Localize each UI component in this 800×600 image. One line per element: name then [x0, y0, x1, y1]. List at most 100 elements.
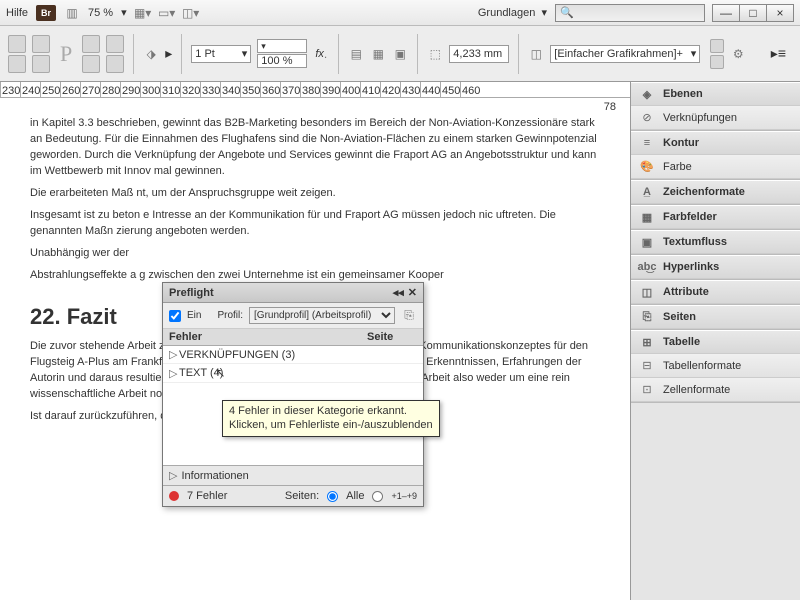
tool-icon[interactable] — [710, 39, 724, 53]
pages-range-radio[interactable] — [372, 491, 383, 502]
panel-icon: ≡ — [639, 135, 655, 151]
panel-label: Farbe — [663, 161, 692, 173]
close-button[interactable]: × — [766, 4, 794, 22]
panel-attribute[interactable]: ◫ Attribute — [631, 280, 800, 304]
panel-label: Seiten — [663, 311, 696, 323]
body-text: Insgesamt ist zu beton e Intresse an der… — [30, 208, 600, 240]
maximize-button[interactable]: □ — [739, 4, 767, 22]
panel-label: Zellenformate — [663, 384, 730, 396]
right-panels: ◈Ebenen⊘Verknüpfungen≡Kontur 🎨 Farbe A̲ Zeic… — [630, 82, 800, 600]
help-menu[interactable]: Hilfe — [6, 7, 28, 19]
panel-farbe[interactable]: 🎨 Farbe — [631, 155, 800, 179]
panel-hyperlinks[interactable]: ab͜c Hyperlinks — [631, 255, 800, 279]
error-category[interactable]: ▷VERKNÜPFUNGEN (3) — [163, 346, 423, 364]
char-panel-icon[interactable]: P — [56, 41, 76, 67]
profile-select[interactable]: [Grundprofil] (Arbeitsprofil) — [249, 307, 395, 324]
panel-label: Verknüpfungen — [663, 112, 737, 124]
wrap-icon[interactable]: ▣ — [392, 46, 408, 62]
pages-label: Seiten: — [285, 490, 319, 502]
preflight-enable-label: Ein — [187, 310, 201, 321]
tool-icon[interactable] — [8, 35, 26, 53]
object-style[interactable]: [Einfacher Grafikrahmen]+▾ — [550, 45, 700, 63]
panel-kontur[interactable]: ≡Kontur — [631, 131, 800, 155]
stroke-weight[interactable]: 1 Pt▾ — [191, 45, 251, 63]
tool-icon[interactable] — [32, 35, 50, 53]
screen-mode-icon[interactable]: ▭▾ — [159, 5, 175, 21]
field[interactable]: ▾ — [257, 39, 307, 53]
error-indicator-icon — [169, 491, 179, 501]
panel-tabelle[interactable]: ⊞Tabelle — [631, 330, 800, 354]
flip-icon[interactable]: ⬗ — [143, 46, 159, 62]
profile-embed-icon[interactable]: ⎘ — [401, 308, 417, 324]
titlebar: Hilfe Br ▥ 75 %▾ ▦▾ ▭▾ ◫▾ Grundlagen ▾ 🔍… — [0, 0, 800, 26]
panel-close-icon[interactable]: ✕ — [408, 286, 417, 299]
toolbar-menu-icon[interactable]: ▸≡ — [771, 45, 792, 62]
nav-icon[interactable]: ▥ — [64, 5, 80, 21]
tooltip: 4 Fehler in dieser Kategorie erkannt. Kl… — [222, 400, 440, 437]
panel-icon: 🎨 — [639, 159, 655, 175]
tool-icon[interactable] — [8, 55, 26, 73]
panel-zellenformate[interactable]: ⊡ Zellenformate — [631, 378, 800, 402]
bridge-button[interactable]: Br — [36, 5, 56, 21]
info-section[interactable]: ▷Informationen — [163, 466, 423, 486]
fx-icon[interactable]: fx. — [313, 46, 329, 62]
panel-zeichenformate[interactable]: A̲ Zeichenformate — [631, 180, 800, 204]
measure-field[interactable]: 4,233 mm — [449, 45, 509, 63]
panel-seiten[interactable]: ⎘ Seiten — [631, 305, 800, 329]
panel-tabellenformate[interactable]: ⊟ Tabellenformate — [631, 354, 800, 378]
error-columns: Fehler Seite — [163, 329, 423, 346]
panel-icon: ◈ — [639, 86, 655, 102]
panel-textumfluss[interactable]: ▣ Textumfluss — [631, 230, 800, 254]
zoom-select[interactable]: 75 %▾ — [88, 6, 127, 19]
panel-icon: ⎘ — [639, 309, 655, 325]
pages-all-radio[interactable] — [327, 491, 338, 502]
panel-farbfelder[interactable]: ▦ Farbfelder — [631, 205, 800, 229]
panel-icon: ⊞ — [639, 334, 655, 350]
wrap-icon[interactable]: ▤ — [348, 46, 364, 62]
preflight-panel: Preflight ◂◂ ✕ Ein Profil: [Grundprofil] … — [162, 282, 424, 507]
panel-label: Tabellenformate — [663, 360, 741, 372]
preflight-enable-checkbox[interactable] — [169, 310, 181, 322]
preflight-footer: 7 Fehler Seiten: Alle +1–+9 — [163, 486, 423, 506]
body-text: Unabhängig wer der — [30, 246, 600, 262]
panel-label: Attribute — [663, 286, 709, 298]
tool-icon[interactable] — [710, 55, 724, 69]
wrap-icon[interactable]: ▦ — [370, 46, 386, 62]
panel-icon: ab͜c — [639, 259, 655, 275]
panel-label: Zeichenformate — [663, 186, 745, 198]
panel-verknüpfungen[interactable]: ⊘Verknüpfungen — [631, 106, 800, 130]
tool-icon[interactable] — [106, 55, 124, 73]
opts-icon[interactable]: ⚙ — [730, 46, 746, 62]
view-options-icon[interactable]: ▦▾ — [135, 5, 151, 21]
panel-icon: ▣ — [639, 234, 655, 250]
workspace-switcher[interactable]: Grundlagen ▾ — [478, 6, 547, 19]
body-text: in Kapitel 3.3 beschrieben, gewinnt das … — [30, 116, 600, 180]
search-field[interactable]: 🔍 — [555, 4, 705, 22]
preflight-titlebar[interactable]: Preflight ◂◂ ✕ — [163, 283, 423, 303]
panel-icon: ▦ — [639, 209, 655, 225]
panel-label: Textumfluss — [663, 236, 727, 248]
panel-collapse-icon[interactable]: ◂◂ — [393, 286, 404, 299]
document-area: 2302402502602702802903003103203303403503… — [0, 82, 630, 600]
preflight-title: Preflight — [169, 287, 214, 299]
panel-icon: ⊟ — [639, 358, 655, 374]
panel-label: Farbfelder — [663, 211, 717, 223]
error-category[interactable]: ▷TEXT (4)↖ — [163, 364, 423, 383]
tool-icon[interactable] — [106, 35, 124, 53]
tool-icon[interactable] — [82, 35, 100, 53]
panel-icon: ◫ — [639, 284, 655, 300]
panel-icon: ⊡ — [639, 382, 655, 398]
page-number: 78 — [604, 100, 616, 116]
panel-ebenen[interactable]: ◈Ebenen — [631, 82, 800, 106]
pct-field[interactable]: 100 % — [257, 54, 307, 68]
arrange-icon[interactable]: ◫▾ — [183, 5, 199, 21]
minimize-button[interactable]: — — [712, 4, 740, 22]
profile-label: Profil: — [217, 310, 243, 321]
corner-icon[interactable]: ⬚ — [427, 46, 443, 62]
style-icon[interactable]: ◫ — [528, 46, 544, 62]
tool-icon[interactable] — [82, 55, 100, 73]
horizontal-ruler: 2302402502602702802903003103203303403503… — [0, 82, 630, 98]
panel-icon: A̲ — [639, 184, 655, 200]
tool-icon[interactable] — [32, 55, 50, 73]
panel-label: Hyperlinks — [663, 261, 719, 273]
